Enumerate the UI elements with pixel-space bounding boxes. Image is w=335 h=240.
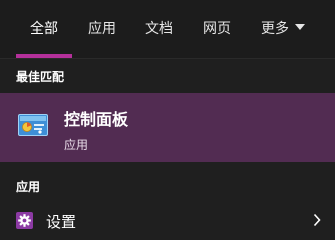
gear-icon [16, 212, 33, 229]
tab-more[interactable]: 更多 [261, 20, 305, 38]
tab-apps[interactable]: 应用 [88, 20, 116, 38]
search-results-panel: 全部 应用 文档 网页 更多 最佳匹配 控制面板 应用 应用 设置 [0, 0, 335, 240]
tab-more-label: 更多 [261, 21, 289, 37]
app-item-settings[interactable]: 设置 [0, 201, 335, 240]
apps-heading: 应用 [16, 180, 41, 194]
app-item-label: 设置 [46, 213, 77, 231]
tab-divider [0, 58, 335, 59]
chevron-right-icon[interactable] [313, 213, 321, 227]
best-match-heading: 最佳匹配 [16, 70, 65, 84]
filter-tab-bar: 全部 应用 文档 网页 更多 [0, 0, 335, 58]
control-panel-icon [18, 114, 48, 136]
best-match-subtitle: 应用 [64, 138, 89, 152]
tab-web[interactable]: 网页 [203, 20, 231, 38]
tab-all[interactable]: 全部 [30, 20, 58, 38]
best-match-result[interactable]: 控制面板 应用 [0, 93, 335, 162]
best-match-title: 控制面板 [64, 110, 129, 129]
caret-down-icon [295, 24, 305, 30]
tab-documents[interactable]: 文档 [145, 20, 173, 38]
